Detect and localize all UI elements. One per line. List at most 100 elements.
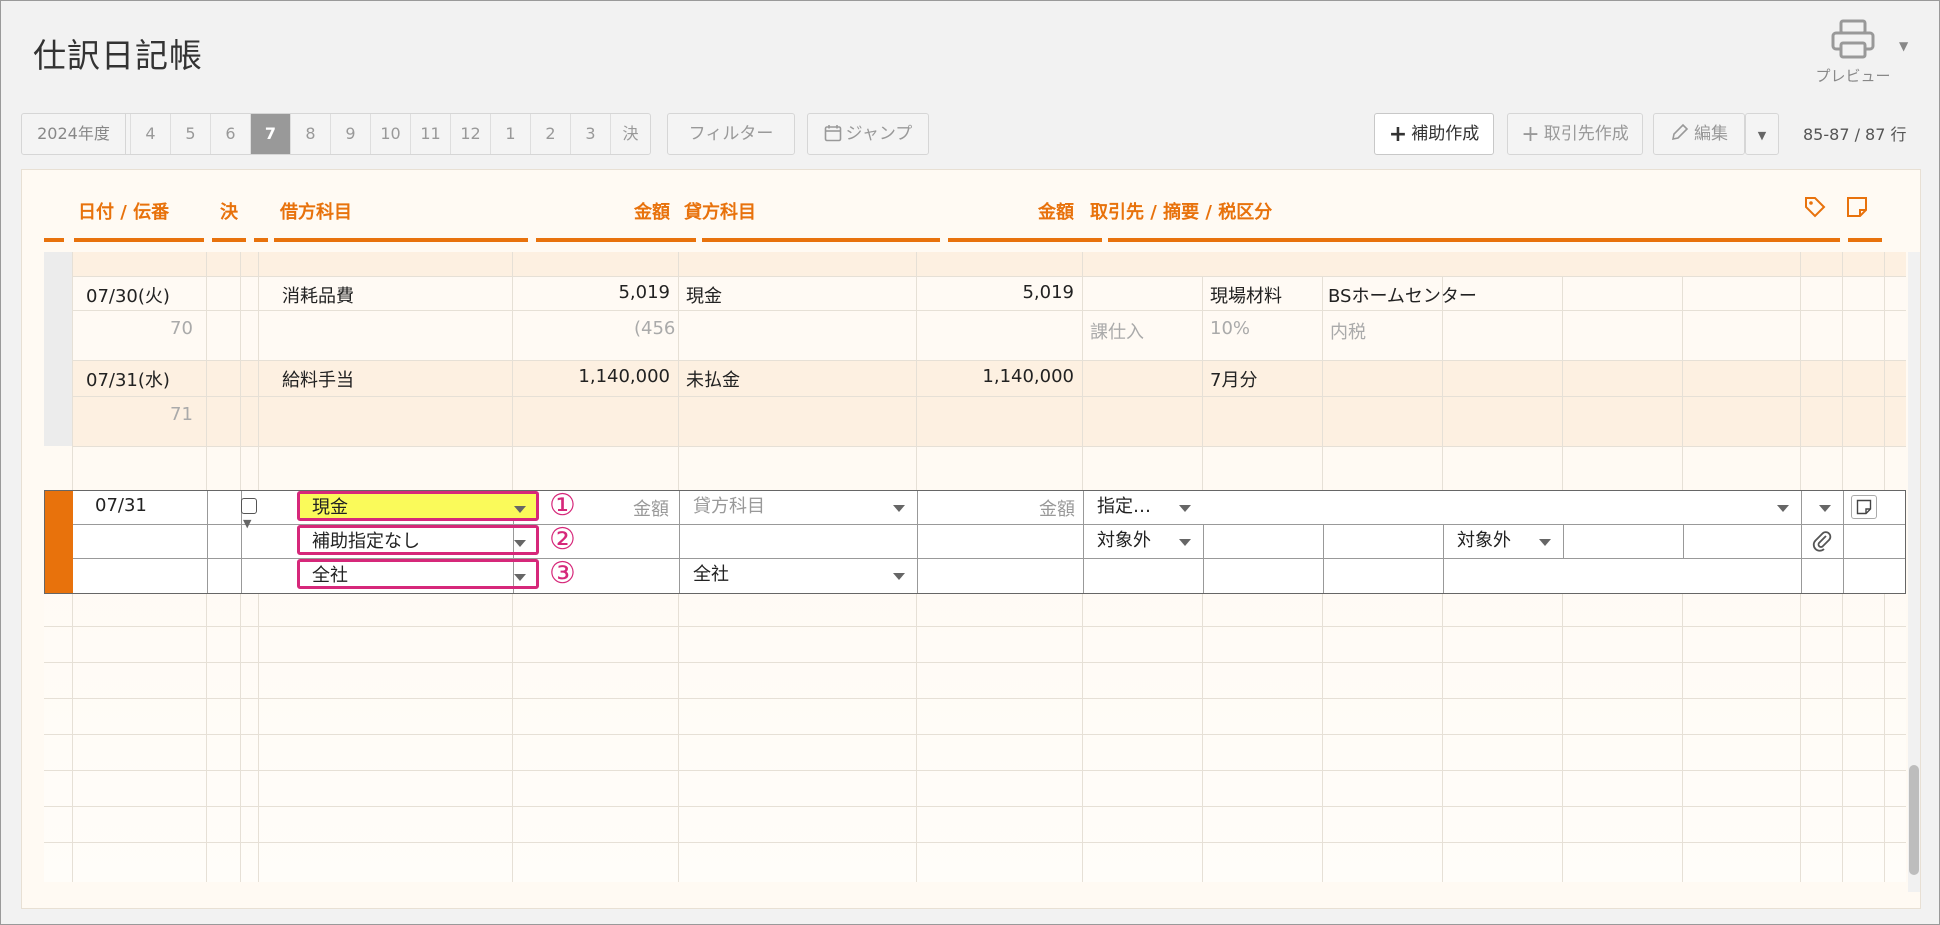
page-title: 仕訳日記帳	[33, 36, 203, 75]
header-underline	[948, 238, 1102, 242]
column-header-debit-amount[interactable]: 金額	[634, 198, 670, 224]
month-tab[interactable]: 12	[450, 114, 490, 154]
row-debit-amount[interactable]: 1,140,000	[578, 366, 670, 387]
month-tab[interactable]: 8	[290, 114, 330, 154]
row-date[interactable]: 07/30(火)	[86, 282, 170, 308]
chevron-down-icon	[1179, 539, 1191, 546]
add-sub-account-label: 補助作成	[1411, 124, 1480, 144]
month-tab[interactable]: 1	[490, 114, 530, 154]
column-header-partner[interactable]: 取引先 / 摘要 / 税区分	[1090, 198, 1272, 224]
row-tax-class[interactable]: 課仕入	[1090, 318, 1144, 344]
plus-icon: +	[1388, 122, 1408, 147]
credit-account-select[interactable]: 貸方科目	[681, 493, 915, 523]
column-header-date[interactable]: 日付 / 伝番	[78, 198, 169, 224]
credit-department-select[interactable]: 全社	[681, 561, 915, 591]
month-tab[interactable]: 3	[570, 114, 610, 154]
debit-amount-input[interactable]: 金額	[633, 495, 669, 521]
annotation-1: ①	[549, 488, 576, 523]
memo-select[interactable]	[1205, 493, 1799, 523]
header-underline	[1848, 238, 1882, 242]
header-underline	[1108, 238, 1820, 242]
column-header-credit-account[interactable]: 貸方科目	[684, 198, 756, 224]
row-tax-type[interactable]: 内税	[1330, 318, 1366, 344]
header-underline	[254, 238, 268, 242]
annotation-2: ②	[549, 522, 576, 557]
column-header-debit-account[interactable]: 借方科目	[280, 198, 352, 224]
month-tab[interactable]: 4	[130, 114, 170, 154]
add-sub-account-button[interactable]: + 補助作成	[1374, 113, 1494, 155]
scrollbar-thumb[interactable]	[1909, 765, 1919, 875]
fiscal-year-label: 2024年度	[22, 114, 126, 154]
debit-department-select[interactable]: 全社	[297, 559, 539, 589]
tax-class-select[interactable]: 対象外	[1085, 527, 1201, 557]
print-preview-label: プレビュー	[1815, 67, 1891, 85]
chevron-down-icon	[1819, 505, 1831, 512]
chevron-down-icon[interactable]: ▼	[243, 517, 251, 530]
month-tab[interactable]: 9	[330, 114, 370, 154]
memo-icon[interactable]	[1846, 196, 1868, 223]
edit-menu-button[interactable]: ▼	[1745, 113, 1779, 155]
jump-button[interactable]: ジャンプ	[807, 113, 929, 155]
filter-button[interactable]: フィルター	[667, 113, 795, 155]
row-memo[interactable]: 7月分	[1210, 366, 1257, 392]
row-debit-tax: (456	[634, 318, 676, 339]
month-tab[interactable]: 6	[210, 114, 250, 154]
memo-button[interactable]	[1851, 495, 1877, 519]
chevron-down-icon	[1179, 505, 1191, 512]
entry-marker	[45, 491, 73, 593]
tag-select[interactable]	[1803, 493, 1841, 523]
row-tax-rate[interactable]: 10%	[1210, 318, 1250, 339]
chevron-down-icon	[514, 506, 526, 513]
row-partner[interactable]: BSホームセンター	[1328, 282, 1477, 308]
add-partner-button[interactable]: + 取引先作成	[1507, 113, 1643, 155]
row-credit-amount[interactable]: 1,140,000	[982, 366, 1074, 387]
month-tab[interactable]: 5	[170, 114, 210, 154]
debit-account-select[interactable]: 現金	[297, 491, 539, 521]
row-credit-amount[interactable]: 5,019	[1022, 282, 1074, 303]
credit-amount-input[interactable]: 金額	[1039, 495, 1075, 521]
chevron-down-icon	[1777, 505, 1789, 512]
chevron-down-icon: ▼	[1757, 129, 1767, 142]
partner-select[interactable]: 指定…	[1085, 493, 1201, 523]
row-slip-number[interactable]: 70	[170, 318, 193, 339]
credit-account-placeholder: 貸方科目	[693, 496, 765, 517]
pencil-icon	[1670, 114, 1690, 154]
paperclip-icon[interactable]	[1811, 529, 1833, 557]
edit-button[interactable]: 編集	[1653, 113, 1745, 155]
row-date[interactable]: 07/31(水)	[86, 366, 170, 392]
month-tab-active[interactable]: 7	[250, 114, 290, 154]
debit-sub-account-select[interactable]: 補助指定なし	[297, 525, 539, 555]
column-header-settle[interactable]: 決	[220, 198, 238, 224]
row-debit-amount[interactable]: 5,019	[618, 282, 670, 303]
settle-checkbox[interactable]	[241, 498, 257, 514]
chevron-down-icon	[893, 573, 905, 580]
print-preview-button[interactable]: プレビュー	[1813, 19, 1893, 91]
journal-panel: 日付 / 伝番 決 借方科目 金額 貸方科目 金額 取引先 / 摘要 / 税区分	[21, 169, 1921, 909]
row-credit-account[interactable]: 現金	[686, 282, 722, 308]
month-tab[interactable]: 10	[370, 114, 410, 154]
debit-account-value: 現金	[312, 497, 348, 518]
header-underline	[1802, 238, 1840, 242]
row-debit-account[interactable]: 消耗品費	[282, 282, 354, 308]
entry-date-input[interactable]: 07/31	[95, 495, 147, 516]
column-header-credit-amount[interactable]: 金額	[1038, 198, 1074, 224]
new-entry-row: 07/31 ▼ 現金 補助指定なし 全社 ① ② ③ 金額 貸方科目 全社 金額…	[44, 490, 1906, 594]
header-underline	[212, 238, 246, 242]
header-underline	[74, 238, 204, 242]
edit-button-label: 編集	[1694, 124, 1728, 144]
month-selector: 2024年度 4 5 6 7 8 9 10 11 12 1 2 3 決	[21, 113, 651, 155]
partner-value: 指定…	[1097, 496, 1151, 517]
print-menu-caret-icon[interactable]: ▼	[1899, 39, 1908, 53]
row-debit-account[interactable]: 給料手当	[282, 366, 354, 392]
row-slip-number[interactable]: 71	[170, 404, 193, 425]
row-memo[interactable]: 現場材料	[1210, 282, 1282, 308]
row-credit-account[interactable]: 未払金	[686, 366, 740, 392]
credit-department-value: 全社	[693, 564, 729, 585]
note-icon	[1856, 499, 1872, 515]
month-tab[interactable]: 2	[530, 114, 570, 154]
month-tab-settlement[interactable]: 決	[610, 114, 650, 154]
credit-tax-class-select[interactable]: 対象外	[1445, 527, 1561, 557]
month-tab[interactable]: 11	[410, 114, 450, 154]
tag-icon[interactable]	[1804, 196, 1826, 223]
credit-tax-class-value: 対象外	[1457, 530, 1511, 551]
